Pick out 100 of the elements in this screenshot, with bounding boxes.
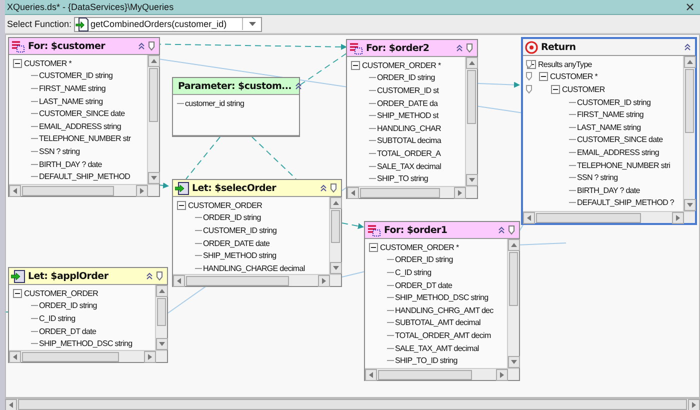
tree-item[interactable]: LAST_NAME string xyxy=(31,96,103,106)
tree-item[interactable]: HANDLING_CHAR xyxy=(369,124,441,133)
pin-icon[interactable] xyxy=(526,84,532,94)
tree-item[interactable]: TELEPHONE_NUMBER str xyxy=(31,134,131,144)
tree-item[interactable]: SALE_TAX decimal xyxy=(369,162,442,171)
scroll-left-icon[interactable] xyxy=(523,212,535,224)
scroll-up-icon[interactable] xyxy=(508,239,520,251)
tree-item[interactable]: TOTAL_ORDER_AMT decim xyxy=(387,330,491,340)
vertical-scrollbar[interactable] xyxy=(465,57,477,186)
expand-toggle-icon[interactable] xyxy=(539,72,548,82)
vertical-scrollbar[interactable] xyxy=(155,285,167,350)
tree-item[interactable]: ORDER_ID string xyxy=(387,255,453,264)
tree-item[interactable]: ORDER_ID string xyxy=(195,213,261,222)
expand-toggle-icon[interactable] xyxy=(13,58,22,68)
scroll-up-icon[interactable] xyxy=(330,197,342,209)
scroll-right-icon[interactable] xyxy=(454,186,466,198)
tree-item[interactable]: SHIP_METHOD string xyxy=(195,251,276,260)
tree-item[interactable]: SHIP_TO_ID string xyxy=(387,356,458,366)
close-icon[interactable] xyxy=(686,3,694,11)
scroll-down-icon[interactable] xyxy=(148,172,160,184)
expand-toggle-icon[interactable] xyxy=(551,84,560,94)
scroll-left-icon[interactable] xyxy=(9,350,21,362)
scroll-up-icon[interactable] xyxy=(156,285,168,297)
tree-item[interactable]: C_ID string xyxy=(387,268,432,277)
expand-toggle-icon[interactable] xyxy=(177,200,186,210)
tree-item[interactable]: EMAIL_ADDRESS string xyxy=(31,122,121,131)
tree-item[interactable]: FIRST_NAME string xyxy=(569,110,644,120)
expand-toggle-icon[interactable] xyxy=(13,288,22,298)
horizontal-scrollbar[interactable] xyxy=(173,274,341,286)
pin-icon[interactable] xyxy=(526,72,532,82)
scroll-right-icon[interactable] xyxy=(672,212,684,224)
tree-item[interactable]: EMAIL_ADDRESS string xyxy=(569,148,659,157)
scroll-left-icon[interactable] xyxy=(347,186,359,198)
tree-item[interactable]: SUBTOTAL_AMT decimal xyxy=(387,318,480,328)
tree-item[interactable]: BIRTH_DAY ? date xyxy=(31,160,102,169)
tree-item[interactable]: C_ID string xyxy=(31,314,76,323)
collapse-icon[interactable] xyxy=(684,43,691,51)
scroll-up-icon[interactable] xyxy=(466,57,478,69)
tree-item[interactable]: SHIP_METHOD st xyxy=(369,111,438,120)
tree-item[interactable]: TOTAL_ORDER_A xyxy=(369,148,441,158)
tree-item[interactable]: ORDER_ID string xyxy=(31,301,97,310)
collapse-icon[interactable] xyxy=(146,272,153,280)
scroll-down-icon[interactable] xyxy=(684,199,696,211)
scroll-down-icon[interactable] xyxy=(466,174,478,186)
tree-item[interactable]: SSN ? string xyxy=(31,146,80,156)
tree-item[interactable]: HANDLING_CHRG_AMT dec xyxy=(387,306,494,315)
horizontal-scrollbar[interactable] xyxy=(9,184,159,196)
expand-toggle-icon[interactable] xyxy=(369,242,378,252)
canvas-scrollbar[interactable] xyxy=(5,398,700,410)
tree-item[interactable]: SALE_TAX_AMT decimal xyxy=(387,344,479,353)
horizontal-scrollbar[interactable] xyxy=(523,211,695,223)
scroll-right-icon[interactable] xyxy=(688,398,700,410)
tree-item[interactable]: FIRST_NAME string xyxy=(31,84,106,93)
scroll-up-icon[interactable] xyxy=(684,56,696,68)
pin-icon[interactable] xyxy=(466,43,473,53)
tree-item[interactable]: SHIP_METHOD_DSC string xyxy=(387,293,488,302)
collapse-icon[interactable] xyxy=(294,82,302,90)
tree-item[interactable]: ORDER_DT date xyxy=(387,280,452,290)
tree-item[interactable]: SHIP_TO string xyxy=(369,174,428,184)
scroll-up-icon[interactable] xyxy=(148,55,160,67)
pin-icon[interactable] xyxy=(148,41,155,51)
scroll-down-icon[interactable] xyxy=(156,338,168,350)
tree-item[interactable]: CUSTOMER_ID string xyxy=(195,226,277,235)
vertical-scrollbar[interactable] xyxy=(147,55,159,184)
tree-item[interactable]: SUBTOTAL decima xyxy=(369,136,441,146)
tree-item[interactable]: ORDER_DATE date xyxy=(195,238,270,248)
collapse-icon[interactable] xyxy=(498,226,505,234)
tree-item[interactable]: CUSTOMER xyxy=(562,84,605,94)
collapse-icon[interactable] xyxy=(138,42,145,50)
tree-item[interactable]: TELEPHONE_NUMBER stri xyxy=(569,160,670,170)
vertical-scrollbar[interactable] xyxy=(329,197,341,274)
scroll-left-icon[interactable] xyxy=(5,398,17,410)
pin-icon[interactable] xyxy=(330,183,337,193)
scroll-left-icon[interactable] xyxy=(9,184,21,196)
tree-item[interactable]: BIRTH_DAY ? date xyxy=(569,186,640,195)
collapse-icon[interactable] xyxy=(320,184,327,192)
horizontal-scrollbar[interactable] xyxy=(347,186,477,198)
scroll-left-icon[interactable] xyxy=(173,274,185,286)
tree-item[interactable]: SSN ? string xyxy=(569,173,618,182)
tree-item[interactable]: CUSTOMER * xyxy=(550,72,598,82)
tree-item[interactable]: HANDLING_CHARGE decimal xyxy=(195,264,305,273)
tree-item[interactable]: ORDER_ID string xyxy=(369,73,435,82)
vertical-scrollbar[interactable] xyxy=(507,239,519,368)
pin-icon[interactable] xyxy=(508,225,515,235)
scroll-right-icon[interactable] xyxy=(144,350,156,362)
tree-item[interactable]: CUSTOMER_ID string xyxy=(569,98,651,107)
scroll-left-icon[interactable] xyxy=(365,368,377,380)
scroll-down-icon[interactable] xyxy=(508,356,520,368)
tree-item[interactable]: customer_id string xyxy=(177,98,244,108)
tree-item[interactable]: DEFAULT_SHIP_METHOD xyxy=(31,172,130,182)
collapse-icon[interactable] xyxy=(456,44,463,52)
tree-item[interactable]: Results anyType xyxy=(538,60,592,69)
function-dropdown[interactable]: getCombinedOrders(customer_id) xyxy=(74,16,262,32)
tree-item[interactable]: LAST_NAME string xyxy=(569,122,641,132)
expand-toggle-icon[interactable] xyxy=(351,60,360,70)
horizontal-scrollbar[interactable] xyxy=(9,350,167,362)
tree-item[interactable]: CUSTOMER_ID string xyxy=(31,71,113,80)
scroll-right-icon[interactable] xyxy=(496,368,508,380)
vertical-scrollbar[interactable] xyxy=(683,56,695,211)
tree-item[interactable]: SHIP_METHOD_DSC string xyxy=(31,339,132,348)
